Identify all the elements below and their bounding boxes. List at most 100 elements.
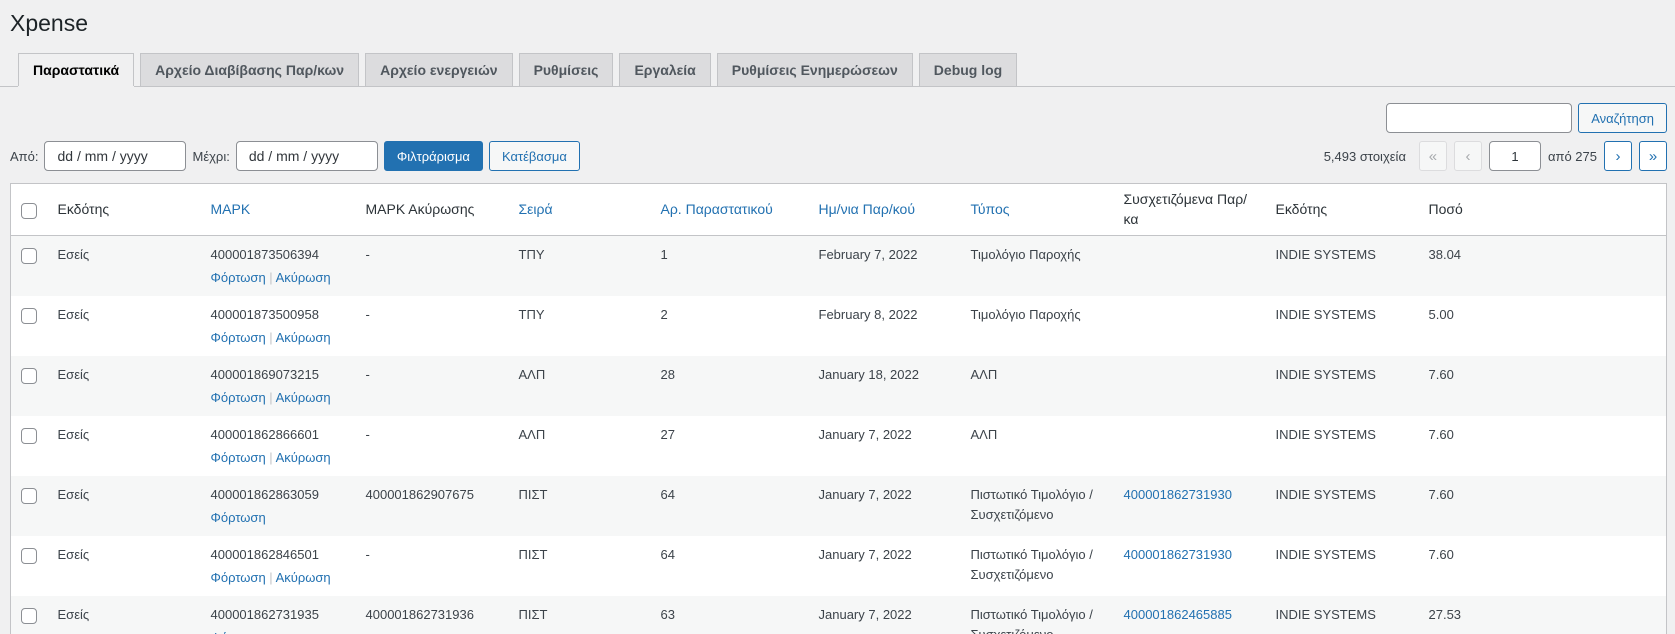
- table-row: Εσείς 400001862731935 Φόρτωση 4000018627…: [10, 596, 1667, 634]
- row-action-link[interactable]: Φόρτωση: [211, 510, 266, 525]
- action-separator: |: [265, 569, 276, 585]
- issuer-2-cell: INDIE SYSTEMS: [1265, 235, 1419, 297]
- table-body: Εσείς 400001873506394 Φόρτωση | Ακύρωση …: [10, 235, 1667, 634]
- row-actions: Φόρτωση: [211, 508, 346, 528]
- row-action-link[interactable]: Ακύρωση: [276, 390, 331, 405]
- row-actions: Φόρτωση | Ακύρωση: [211, 328, 346, 348]
- series-cell: ΠΙΣΤ: [508, 476, 651, 537]
- row-checkbox[interactable]: [21, 248, 37, 265]
- row-checkbox[interactable]: [21, 608, 37, 625]
- row-action-link[interactable]: Φόρτωση: [211, 450, 266, 465]
- row-action-link[interactable]: Φόρτωση: [211, 570, 266, 585]
- pagination-prev-button[interactable]: ‹: [1453, 141, 1482, 172]
- header-series: Σειρά: [508, 183, 651, 237]
- action-separator: |: [265, 389, 276, 405]
- issuer-2-cell: INDIE SYSTEMS: [1265, 356, 1419, 417]
- sort-mark-link[interactable]: ΜΑΡΚ: [211, 201, 251, 217]
- mark-cell: 400001862731935 Φόρτωση: [200, 596, 356, 634]
- from-date-input[interactable]: [44, 141, 187, 172]
- row-action-link[interactable]: Ακύρωση: [276, 270, 331, 285]
- row-actions: Φόρτωση | Ακύρωση: [211, 268, 346, 288]
- row-action-link[interactable]: Φόρτωση: [211, 630, 266, 634]
- header-doc-number: Αρ. Παραστατικού: [650, 183, 809, 237]
- row-action-link[interactable]: Ακύρωση: [276, 450, 331, 465]
- series-cell: ΑΛΠ: [518, 427, 546, 443]
- documents-table: Εκδότης ΜΑΡΚ ΜΑΡΚ Ακύρωσης Σειρά Αρ. Παρ…: [10, 183, 1667, 634]
- row-action-link[interactable]: Ακύρωση: [276, 330, 331, 345]
- from-date-label: Από:: [10, 148, 39, 164]
- related-doc[interactable]: 400001862731930: [1124, 547, 1232, 562]
- related-doc[interactable]: 400001862465885: [1124, 607, 1232, 622]
- row-action-link[interactable]: Φόρτωση: [211, 390, 266, 405]
- sort-type-link[interactable]: Τύπος: [971, 201, 1010, 217]
- doc-number-cell: 27: [660, 427, 675, 443]
- mark-value: 400001862866601: [210, 427, 319, 443]
- header-amount: Ποσό: [1418, 183, 1667, 237]
- type-cell: ΑΛΠ: [960, 356, 1114, 417]
- doc-date-cell: February 7, 2022: [808, 235, 961, 297]
- amount-cell: 38.04: [1418, 235, 1667, 297]
- sort-series-link[interactable]: Σειρά: [519, 201, 553, 217]
- doc-date-cell: January 7, 2022: [808, 476, 961, 537]
- amount-cell: 7.60: [1428, 547, 1454, 563]
- issuer-cell: Εσείς: [47, 596, 201, 634]
- tab-5[interactable]: Εργαλεία: [619, 52, 711, 87]
- row-actions: Φόρτωση: [211, 628, 346, 634]
- search-row: Αναζήτηση: [10, 103, 1667, 134]
- mark-cell: 400001862846501 Φόρτωση | Ακύρωση: [201, 536, 356, 596]
- row-action-link[interactable]: Φόρτωση: [211, 330, 266, 345]
- header-cancel-mark: ΜΑΡΚ Ακύρωσης: [355, 183, 509, 237]
- pagination-last-button[interactable]: »: [1639, 141, 1667, 172]
- row-action-link[interactable]: Φόρτωση: [211, 270, 266, 285]
- table-row: Εσείς 400001862846501 Φόρτωση | Ακύρωση …: [11, 536, 1667, 596]
- to-date-input[interactable]: [235, 141, 378, 172]
- filter-button[interactable]: Φιλτράρισμα: [383, 141, 483, 172]
- doc-number-cell: 2: [660, 307, 668, 323]
- row-checkbox[interactable]: [21, 428, 37, 445]
- sort-doc-number-link[interactable]: Αρ. Παραστατικού: [661, 201, 773, 217]
- tab-4[interactable]: Ρυθμίσεις: [518, 52, 614, 87]
- tab-3[interactable]: Αρχείο ενεργειών: [365, 52, 513, 87]
- type-cell: ΑΛΠ: [970, 427, 998, 443]
- doc-number-cell: 1: [650, 235, 809, 297]
- search-button[interactable]: Αναζήτηση: [1578, 103, 1667, 134]
- current-page-input[interactable]: [1488, 141, 1541, 172]
- row-checkbox[interactable]: [21, 488, 37, 505]
- header-doc-date: Ημ/νια Παρ/κού: [808, 183, 961, 237]
- row-actions: Φόρτωση | Ακύρωση: [211, 448, 346, 468]
- sort-doc-date-link[interactable]: Ημ/νια Παρ/κού: [819, 201, 916, 217]
- issuer-cell: Εσείς: [57, 427, 90, 443]
- select-all-checkbox[interactable]: [21, 202, 37, 219]
- mark-cell: 400001862866601 Φόρτωση | Ακύρωση: [201, 416, 356, 476]
- row-actions: Φόρτωση | Ακύρωση: [211, 388, 346, 408]
- issuer-cell: Εσείς: [47, 476, 201, 537]
- mark-value: 400001862846501: [210, 547, 319, 563]
- tab-2[interactable]: Αρχείο Διαβίβασης Παρ/κων: [140, 52, 360, 87]
- doc-date-cell: February 8, 2022: [818, 307, 918, 323]
- search-input[interactable]: [1386, 103, 1573, 134]
- page-title: Xpense: [10, 10, 89, 36]
- pagination-next-button[interactable]: ›: [1604, 141, 1632, 172]
- doc-date-cell: January 7, 2022: [818, 427, 912, 443]
- header-issuer-2: Εκδότης: [1265, 183, 1419, 237]
- to-date-label: Μέχρι:: [192, 148, 230, 164]
- table-row: Εσείς 400001862866601 Φόρτωση | Ακύρωση …: [11, 416, 1667, 476]
- issuer-cell: Εσείς: [47, 235, 201, 297]
- row-checkbox[interactable]: [21, 368, 37, 385]
- related-doc[interactable]: 400001862731930: [1124, 487, 1232, 502]
- cancel-mark-cell: -: [355, 235, 509, 297]
- admin-page: Xpense Παραστατικά Αρχείο Διαβίβασης Παρ/…: [0, 0, 1675, 634]
- header-related-docs: Συσχετιζόμενα Παρ/κα: [1113, 183, 1266, 237]
- mark-value: 400001873506394: [210, 247, 319, 263]
- tab-7[interactable]: Debug log: [918, 52, 1018, 87]
- tab-1[interactable]: Παραστατικά: [18, 52, 135, 87]
- row-action-link[interactable]: Ακύρωση: [276, 570, 331, 585]
- pagination-first-button[interactable]: «: [1418, 141, 1447, 172]
- row-checkbox[interactable]: [21, 308, 37, 325]
- tab-6[interactable]: Ρυθμίσεις Ενημερώσεων: [716, 52, 913, 87]
- cancel-mark-cell: -: [365, 307, 370, 323]
- row-checkbox[interactable]: [21, 548, 37, 565]
- amount-cell: 7.60: [1428, 427, 1454, 443]
- header-mark: ΜΑΡΚ: [200, 183, 356, 237]
- download-button[interactable]: Κατέβασμα: [488, 141, 580, 172]
